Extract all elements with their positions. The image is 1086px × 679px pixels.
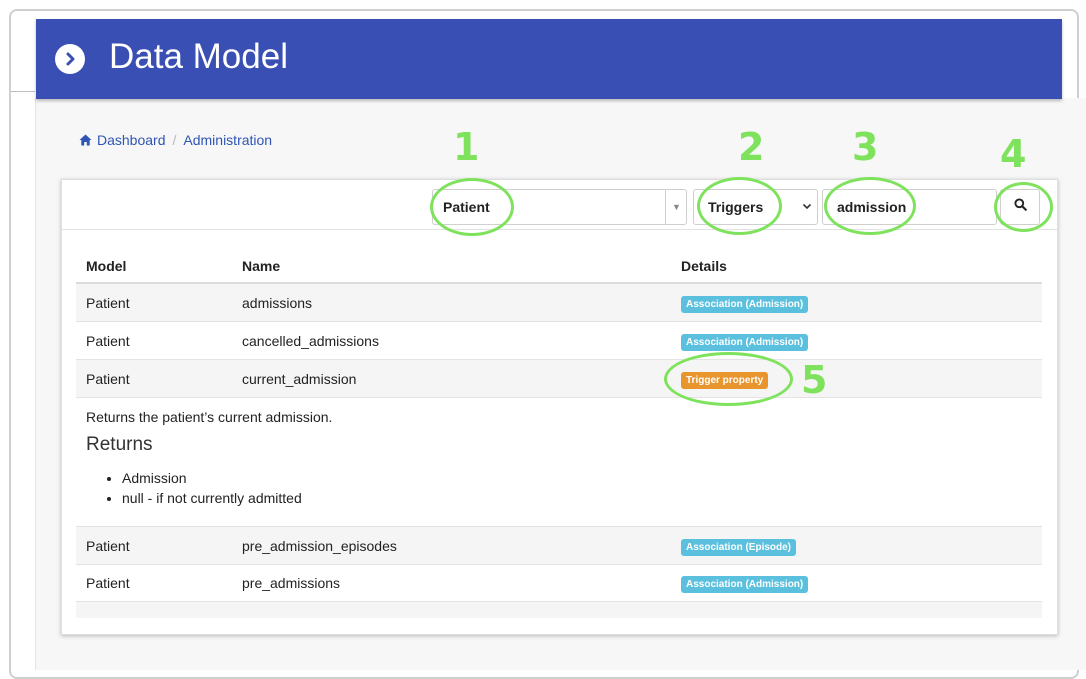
returns-heading: Returns <box>86 434 153 455</box>
association-badge: Association (Admission) <box>681 334 809 351</box>
annotation-circle-3 <box>824 177 916 235</box>
row-model: Patient <box>86 575 130 591</box>
breadcrumb-separator: / <box>172 132 177 148</box>
breadcrumb: Dashboard / Administration <box>79 132 272 148</box>
table-row[interactable]: Patient current_admission Trigger proper… <box>76 360 1042 398</box>
row-name: pre_admissions <box>242 575 341 591</box>
list-item: null - if not currently admitted <box>122 488 302 508</box>
model-select-arrow-icon[interactable]: ▼ <box>665 189 687 225</box>
annotation-number-5: 5 <box>801 358 828 402</box>
row-model: Patient <box>86 295 130 311</box>
table-row[interactable]: Patient cancelled_admissions Association… <box>76 322 1042 360</box>
row-name: admissions <box>242 295 313 311</box>
page-title: Data Model <box>109 37 288 76</box>
toolbar-divider <box>62 229 1057 230</box>
row-model: Patient <box>86 538 130 554</box>
page-header: Data Model <box>36 19 1062 99</box>
detail-description: Returns the patient’s current admission. <box>86 409 333 425</box>
table-footer <box>76 602 1042 618</box>
list-item: Admission <box>122 468 302 488</box>
chevron-circle-right-icon <box>55 44 85 74</box>
annotation-number-2: 2 <box>738 125 765 169</box>
annotation-circle-5 <box>664 352 793 406</box>
annotation-number-3: 3 <box>852 125 879 169</box>
data-model-card: Patient ▼ Triggers Model Name Details Pa… <box>61 179 1058 635</box>
annotation-circle-4 <box>994 182 1053 232</box>
side-divider <box>11 91 35 92</box>
annotation-number-4: 4 <box>1000 132 1027 176</box>
chevron-down-icon <box>802 201 812 214</box>
row-model: Patient <box>86 333 130 349</box>
row-name: current_admission <box>242 371 357 387</box>
column-header-model: Model <box>86 258 127 274</box>
returns-list: Admission null - if not currently admitt… <box>104 468 302 508</box>
annotation-circle-2 <box>697 177 782 235</box>
association-badge: Association (Admission) <box>681 296 809 313</box>
row-model: Patient <box>86 371 130 387</box>
home-icon <box>79 134 92 146</box>
breadcrumb-current-link[interactable]: Administration <box>183 132 272 148</box>
column-header-name: Name <box>242 258 281 274</box>
table-row[interactable]: Patient pre_admission_episodes Associati… <box>76 526 1042 565</box>
column-header-details: Details <box>681 258 727 274</box>
annotation-circle-1 <box>430 178 514 236</box>
table-row[interactable]: Patient admissions Association (Admissio… <box>76 284 1042 322</box>
breadcrumb-dashboard-link[interactable]: Dashboard <box>97 132 166 148</box>
table-row[interactable]: Patient pre_admissions Association (Admi… <box>76 564 1042 602</box>
association-badge: Association (Admission) <box>681 576 809 593</box>
annotation-number-1: 1 <box>453 125 480 169</box>
row-name: pre_admission_episodes <box>242 538 397 554</box>
association-badge: Association (Episode) <box>681 539 797 556</box>
row-name: cancelled_admissions <box>242 333 379 349</box>
